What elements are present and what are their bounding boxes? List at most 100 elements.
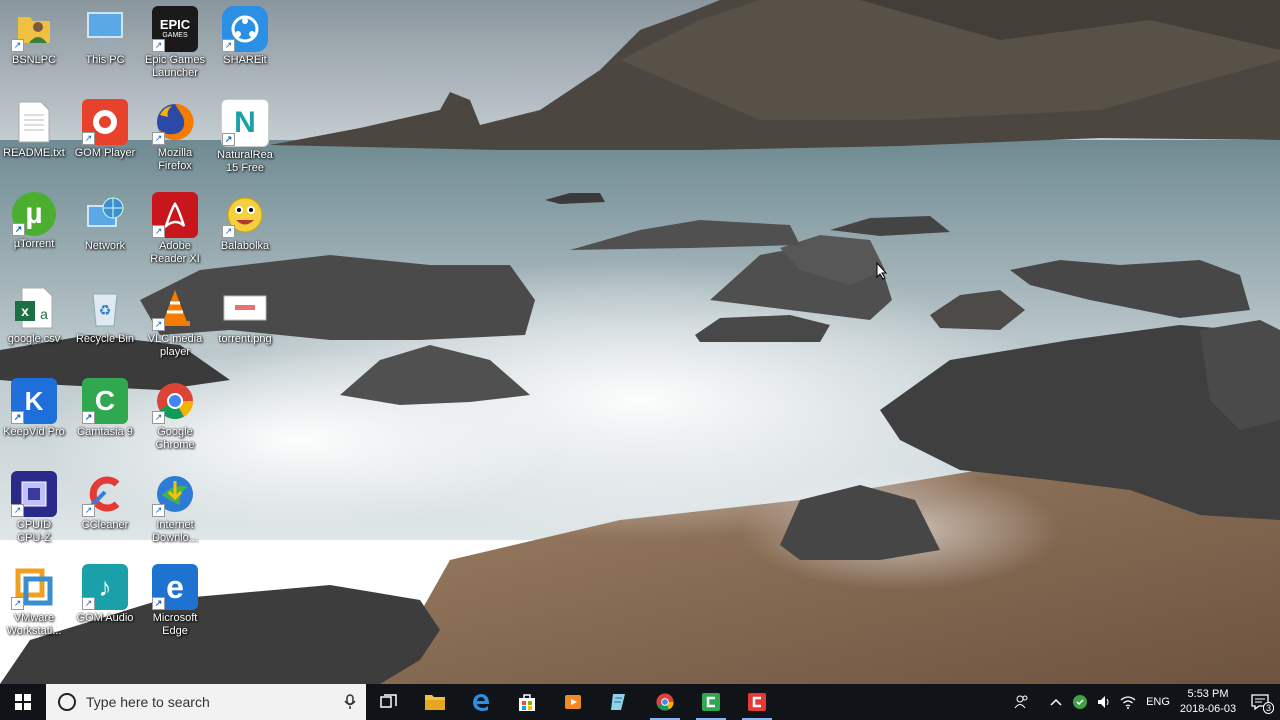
windows-logo-icon bbox=[15, 694, 31, 710]
vmware-icon: ↗ bbox=[11, 564, 57, 610]
chrome-icon: ↗ bbox=[152, 378, 198, 424]
desktop-icon-label: Internet Downlo... bbox=[152, 519, 198, 544]
recycle-bin-icon: ♻ bbox=[82, 285, 128, 331]
camtasia-icon bbox=[702, 693, 720, 711]
desktop-icon-google-csv[interactable]: xa google.csv bbox=[1, 279, 67, 367]
desktop-icon-label: Epic Games Launcher bbox=[145, 54, 205, 79]
tray-clock[interactable]: 5:53 PM 2018-06-03 bbox=[1176, 687, 1240, 717]
desktop-icon-label: NaturalRea 15 Free bbox=[217, 149, 273, 174]
shortcut-arrow-icon: ↗ bbox=[82, 504, 95, 517]
shortcut-arrow-icon: ↗ bbox=[152, 225, 165, 238]
tray-app-icon[interactable] bbox=[1068, 684, 1092, 720]
desktop-icon-ccleaner[interactable]: ↗ CCleaner bbox=[72, 465, 138, 553]
desktop-icon-epic-games[interactable]: EPIC GAMES ↗ Epic Games Launcher bbox=[142, 0, 208, 88]
music-note-icon: ♪ bbox=[98, 571, 112, 602]
svg-text:x: x bbox=[21, 303, 29, 319]
epic-games-icon: EPIC GAMES ↗ bbox=[152, 6, 198, 52]
shortcut-arrow-icon: ↗ bbox=[152, 597, 165, 610]
edge-glyph: e bbox=[166, 568, 184, 605]
desktop-icon-cpuz[interactable]: ↗ CPUID CPU-Z bbox=[1, 465, 67, 553]
chevron-up-icon bbox=[1050, 698, 1062, 706]
microphone-icon[interactable] bbox=[344, 694, 356, 710]
monitor-icon bbox=[82, 6, 128, 52]
tray-people-button[interactable] bbox=[1010, 684, 1034, 720]
image-file-icon bbox=[222, 285, 268, 331]
shortcut-arrow-icon: ↗ bbox=[222, 133, 235, 146]
desktop-icon-this-pc[interactable]: This PC bbox=[72, 0, 138, 88]
taskbar-camtasia-green[interactable] bbox=[688, 684, 734, 720]
start-button[interactable] bbox=[0, 684, 46, 720]
desktop-icon-vmware[interactable]: ↗ VMware Workstati... bbox=[1, 558, 67, 646]
shortcut-arrow-icon: ↗ bbox=[12, 223, 25, 236]
desktop-icon-adobe-reader[interactable]: ↗ Adobe Reader XI bbox=[142, 186, 208, 274]
desktop-icon-camtasia[interactable]: C ↗ Camtasia 9 bbox=[72, 372, 138, 460]
desktop-icon-label: SHAREit bbox=[223, 54, 267, 66]
taskbar-store[interactable] bbox=[504, 684, 550, 720]
desktop-icon-label: VLC media player bbox=[147, 333, 203, 358]
utorrent-glyph: µ bbox=[25, 197, 43, 230]
desktop-icon-label: GOM Player bbox=[74, 147, 136, 159]
shortcut-arrow-icon: ↗ bbox=[11, 597, 24, 610]
desktop-icon-label: µTorrent bbox=[13, 238, 55, 250]
taskbar-notes-app[interactable] bbox=[596, 684, 642, 720]
desktop-icon-gom-player[interactable]: ↗ GOM Player bbox=[72, 93, 138, 181]
desktop-icon-label: README.txt bbox=[3, 147, 65, 159]
taskbar: Type here to search ENG 5:53 PM 2018-06-… bbox=[0, 684, 1280, 720]
desktop-icon-gom-audio[interactable]: ♪ ↗ GOM Audio bbox=[72, 558, 138, 646]
taskbar-search-box[interactable]: Type here to search bbox=[46, 684, 366, 720]
notification-count-badge: 3 bbox=[1262, 702, 1274, 714]
desktop-icon-idm[interactable]: ↗ Internet Downlo... bbox=[142, 465, 208, 553]
shortcut-arrow-icon: ↗ bbox=[82, 132, 95, 145]
tray-show-hidden-button[interactable] bbox=[1044, 684, 1068, 720]
keepvid-glyph: K bbox=[24, 385, 44, 416]
action-center-button[interactable]: 3 bbox=[1240, 684, 1280, 720]
folder-icon bbox=[425, 695, 445, 710]
firefox-icon: ↗ bbox=[152, 99, 198, 145]
desktop-icon-bsnlpc[interactable]: ↗ BSNLPC bbox=[1, 0, 67, 88]
desktop-icon-balabolka[interactable]: ↗ Balabolka bbox=[212, 186, 278, 274]
shortcut-arrow-icon: ↗ bbox=[11, 39, 24, 52]
desktop-icon-torrent-png[interactable]: torrent.png bbox=[212, 279, 278, 367]
balabolka-face-icon: ↗ bbox=[222, 192, 268, 238]
shortcut-arrow-icon: ↗ bbox=[11, 504, 24, 517]
desktop-icon-label: Microsoft Edge bbox=[152, 612, 198, 637]
epic-games-logo-subtext: GAMES bbox=[162, 32, 188, 39]
taskbar-media-app[interactable] bbox=[550, 684, 596, 720]
desktop-icon-utorrent[interactable]: µ ↗ µTorrent bbox=[1, 186, 67, 274]
taskbar-chrome[interactable] bbox=[642, 684, 688, 720]
desktop-icon-firefox[interactable]: ↗ Mozilla Firefox bbox=[142, 93, 208, 181]
tray-volume-button[interactable] bbox=[1092, 684, 1116, 720]
excel-file-icon: xa bbox=[11, 285, 57, 331]
desktop-icon-label: KeepVid Pro bbox=[3, 426, 65, 438]
camtasia-recorder-icon bbox=[748, 693, 766, 711]
desktop-icon-naturalreader[interactable]: N ↗ NaturalRea 15 Free bbox=[212, 93, 278, 181]
shortcut-arrow-icon: ↗ bbox=[152, 411, 165, 424]
desktop-icon-readme[interactable]: README.txt bbox=[1, 93, 67, 181]
desktop-icon-label: Balabolka bbox=[220, 240, 270, 252]
desktop-icon-label: Recycle Bin bbox=[75, 333, 135, 345]
search-placeholder: Type here to search bbox=[86, 694, 210, 710]
desktop-icon-recycle-bin[interactable]: ♻ Recycle Bin bbox=[72, 279, 138, 367]
desktop-icon-label: Adobe Reader XI bbox=[150, 240, 200, 265]
desktop-icon-vlc[interactable]: ↗ VLC media player bbox=[142, 279, 208, 367]
desktop-icon-shareit[interactable]: ↗ SHAREit bbox=[212, 0, 278, 88]
taskbar-edge[interactable] bbox=[458, 684, 504, 720]
tray-language-indicator[interactable]: ENG bbox=[1140, 696, 1176, 708]
tray-spacer bbox=[1034, 684, 1044, 720]
network-icon bbox=[82, 192, 128, 238]
taskbar-file-explorer[interactable] bbox=[412, 684, 458, 720]
desktop-icon-label: BSNLPC bbox=[11, 54, 57, 66]
desktop-icon-chrome[interactable]: ↗ Google Chrome bbox=[142, 372, 208, 460]
cpuz-icon: ↗ bbox=[11, 471, 57, 517]
desktop-icon-edge[interactable]: e ↗ Microsoft Edge bbox=[142, 558, 208, 646]
cortana-ring-icon bbox=[58, 693, 76, 711]
task-view-button[interactable] bbox=[366, 684, 412, 720]
desktop-icon-keepvid[interactable]: K ↗ KeepVid Pro bbox=[1, 372, 67, 460]
desktop-icon-label: GOM Audio bbox=[76, 612, 134, 624]
desktop-icon-network[interactable]: Network bbox=[72, 186, 138, 274]
clock-date: 2018-06-03 bbox=[1179, 703, 1237, 715]
chrome-icon bbox=[656, 693, 674, 711]
wifi-icon bbox=[1120, 696, 1136, 709]
taskbar-camtasia-red[interactable] bbox=[734, 684, 780, 720]
tray-network-button[interactable] bbox=[1116, 684, 1140, 720]
